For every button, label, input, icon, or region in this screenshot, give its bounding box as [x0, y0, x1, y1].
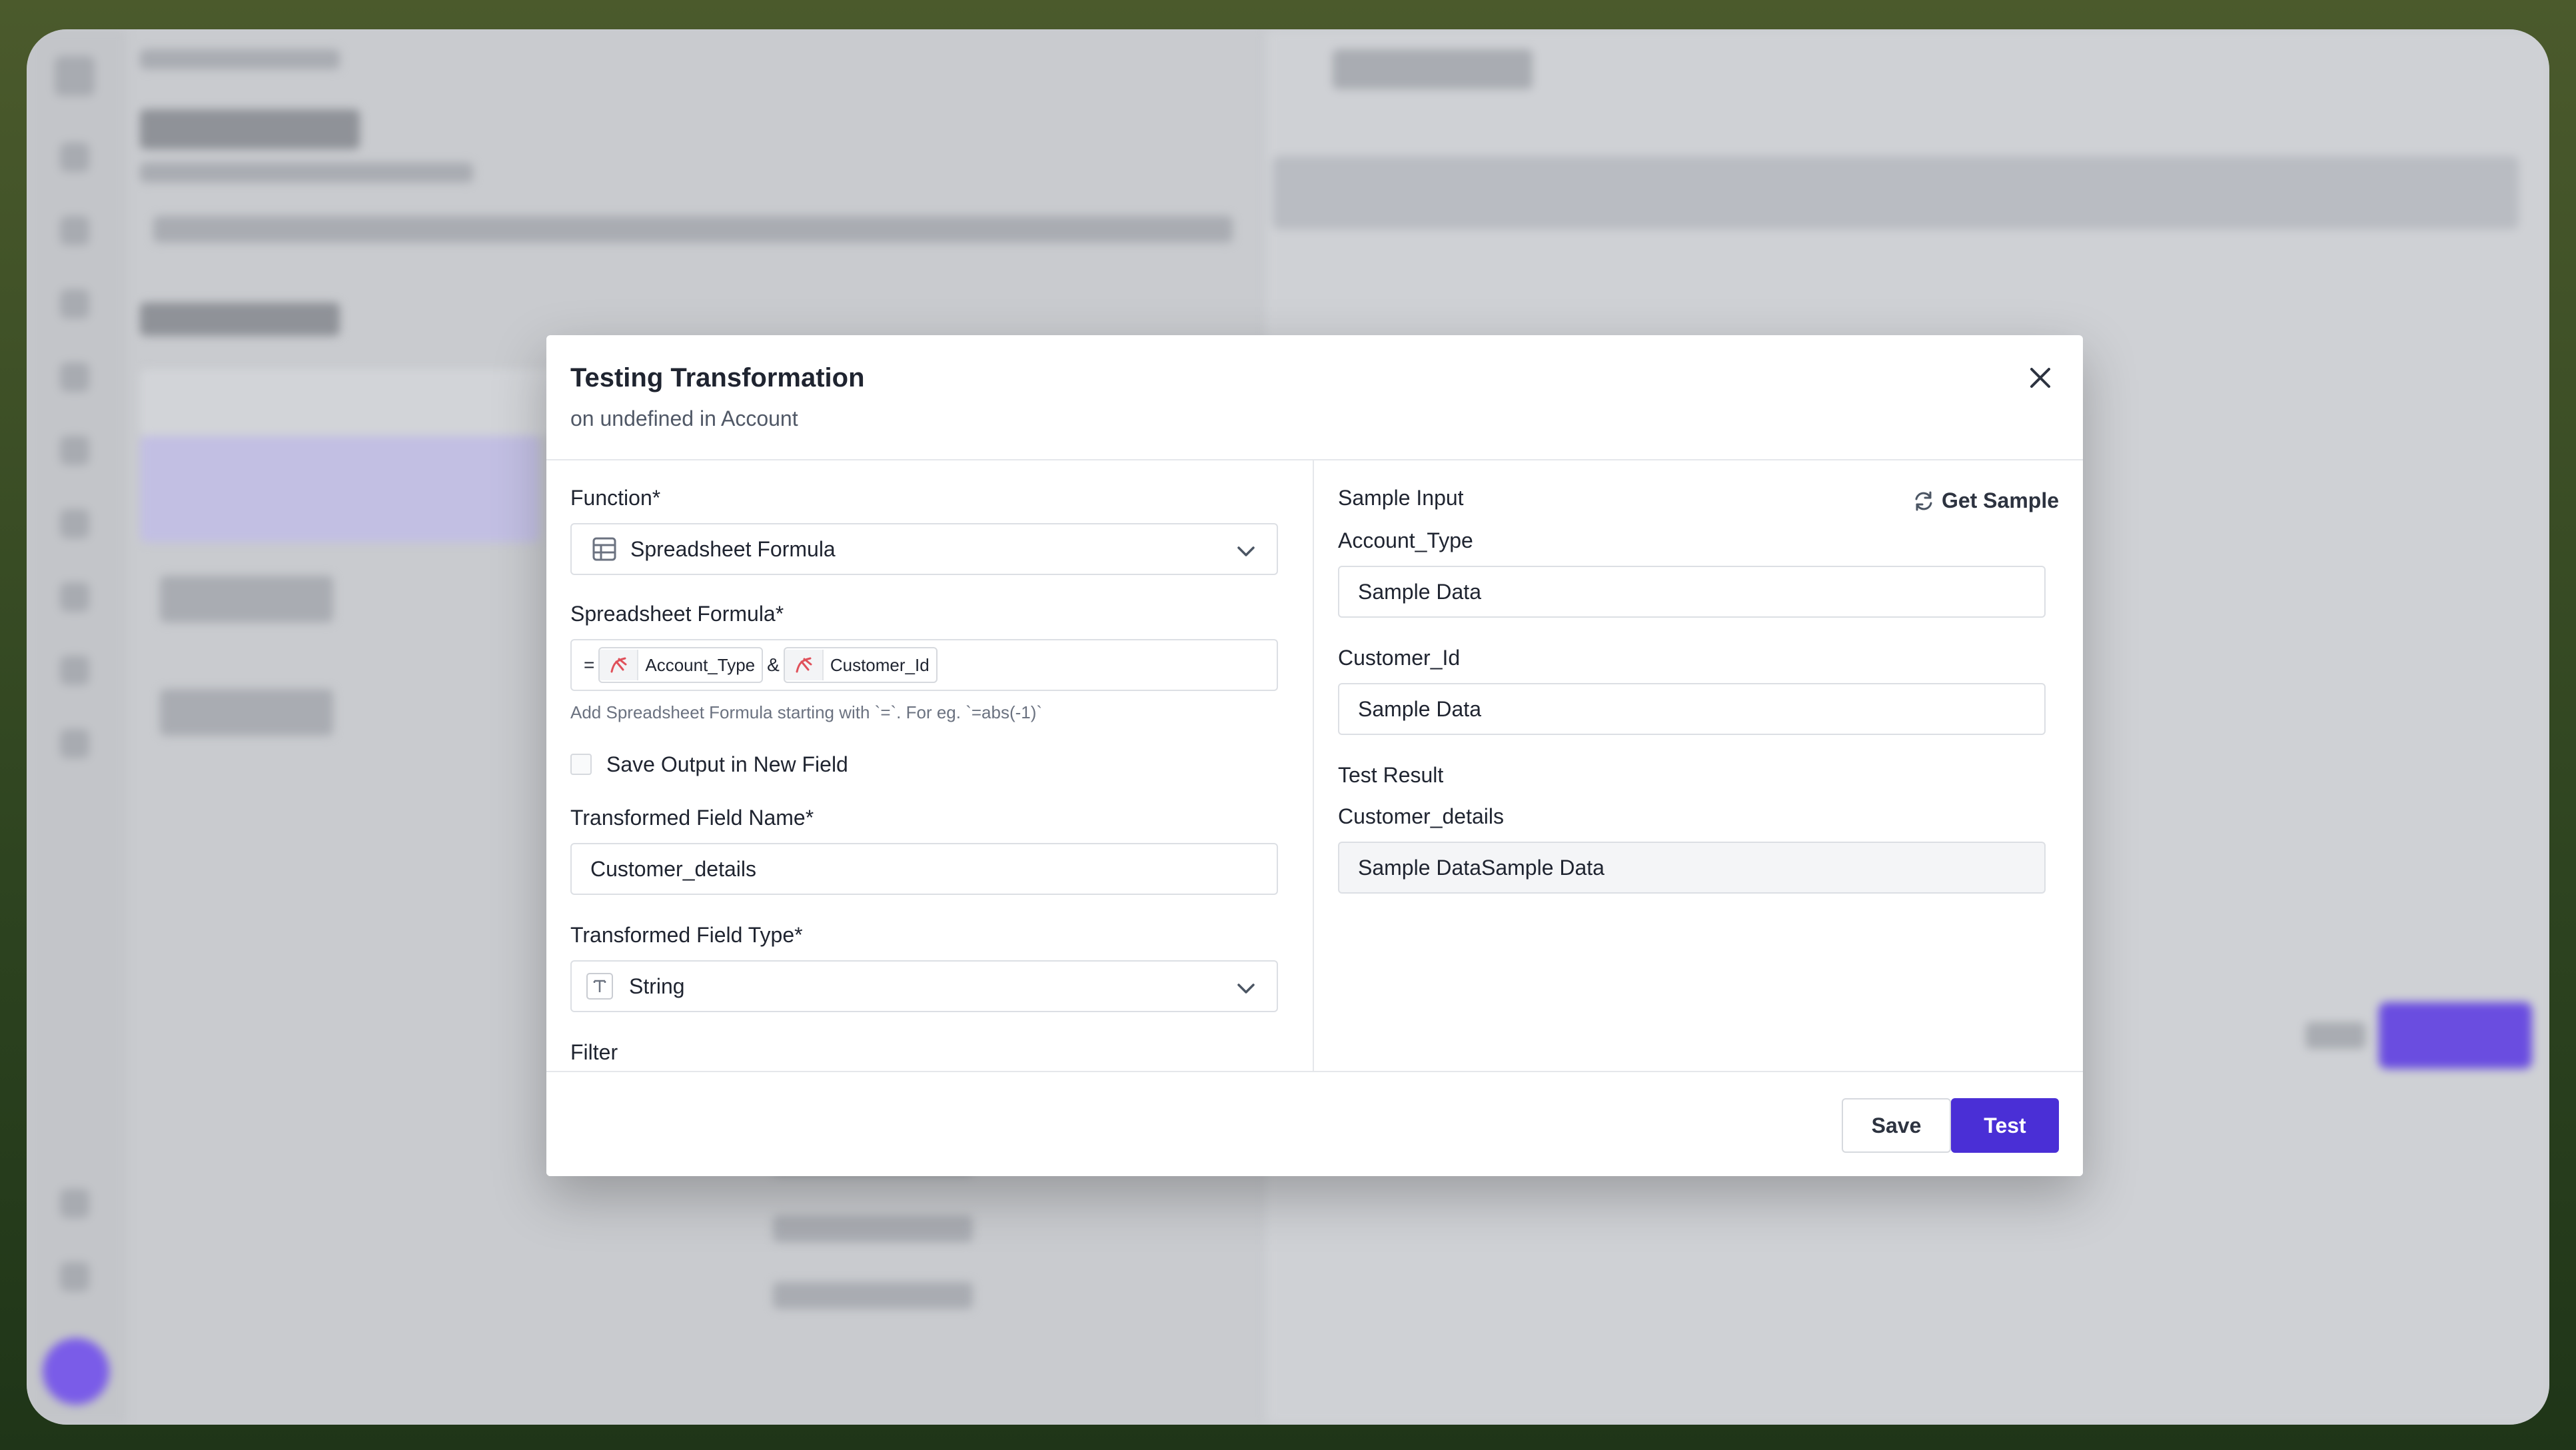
- input1-value: Sample Data: [1358, 579, 1481, 604]
- chevron-down-icon: [1237, 984, 1255, 994]
- field-name-value: Customer_details: [590, 856, 756, 881]
- filter-label: Filter: [570, 1040, 618, 1064]
- field-chip-icon: [784, 650, 824, 680]
- result-field-label: Customer_details: [1338, 804, 1504, 828]
- function-label: Function*: [570, 486, 661, 510]
- bg-sidebar: [27, 29, 127, 1425]
- modal-footer: Save Test: [546, 1071, 2083, 1176]
- modal-header: Testing Transformation on undefined in A…: [546, 335, 2083, 460]
- sample-input-label: Sample Input: [1338, 486, 1464, 510]
- field-name-input[interactable]: Customer_details: [570, 843, 1278, 895]
- save-output-checkbox[interactable]: [570, 754, 592, 775]
- formula-prefix: =: [584, 654, 595, 675]
- chip-label: Customer_Id: [830, 654, 930, 675]
- field-type-value: String: [629, 974, 685, 998]
- refresh-icon: [1915, 491, 1932, 510]
- account-type-sample-input[interactable]: Sample Data: [1338, 566, 2046, 618]
- input1-label: Account_Type: [1338, 528, 1473, 552]
- test-result-output: Sample DataSample Data: [1338, 842, 2046, 894]
- modal-title: Testing Transformation: [570, 363, 865, 392]
- chevron-down-icon: [1237, 546, 1255, 556]
- get-sample-button[interactable]: Get Sample: [1912, 488, 2059, 513]
- text-type-icon: [586, 973, 613, 1000]
- close-icon: [2030, 368, 2050, 388]
- modal-body: Function* Spreadsheet Formula Spreadshee…: [546, 460, 2083, 1074]
- field-type-label: Transformed Field Type*: [570, 923, 803, 947]
- formula-input[interactable]: = Account_Type & Customer_Id: [570, 639, 1278, 691]
- test-result-label: Test Result: [1338, 763, 1444, 787]
- save-output-label: Save Output in New Field: [606, 752, 848, 776]
- field-chip-icon: [600, 650, 639, 680]
- function-select[interactable]: Spreadsheet Formula: [570, 523, 1278, 575]
- screen: Testing Transformation on undefined in A…: [27, 29, 2549, 1425]
- formula-chip-account-type[interactable]: Account_Type: [598, 647, 764, 683]
- field-type-select[interactable]: String: [570, 960, 1278, 1012]
- input2-value: Sample Data: [1358, 696, 1481, 721]
- chip-label: Account_Type: [645, 654, 756, 675]
- close-button[interactable]: [2022, 359, 2059, 396]
- testing-transformation-modal: Testing Transformation on undefined in A…: [546, 335, 2083, 1176]
- formula-label: Spreadsheet Formula*: [570, 602, 784, 626]
- formula-hint: Add Spreadsheet Formula starting with `=…: [570, 702, 1043, 722]
- table-icon: [592, 537, 616, 561]
- input2-label: Customer_Id: [1338, 646, 1461, 670]
- get-sample-label: Get Sample: [1941, 488, 2059, 512]
- result-value: Sample DataSample Data: [1358, 855, 1605, 880]
- config-column: Function* Spreadsheet Formula Spreadshee…: [546, 460, 1314, 1074]
- save-button[interactable]: Save: [1842, 1098, 1951, 1153]
- test-button[interactable]: Test: [1951, 1098, 2059, 1153]
- function-value: Spreadsheet Formula: [630, 536, 836, 561]
- modal-subtitle: on undefined in Account: [570, 406, 798, 430]
- customer-id-sample-input[interactable]: Sample Data: [1338, 683, 2046, 735]
- formula-chip-customer-id[interactable]: Customer_Id: [783, 647, 938, 683]
- formula-operator: &: [767, 654, 780, 675]
- sample-column: Sample Input Get Sample Account_Type Sam…: [1314, 460, 2083, 1074]
- field-name-label: Transformed Field Name*: [570, 806, 814, 830]
